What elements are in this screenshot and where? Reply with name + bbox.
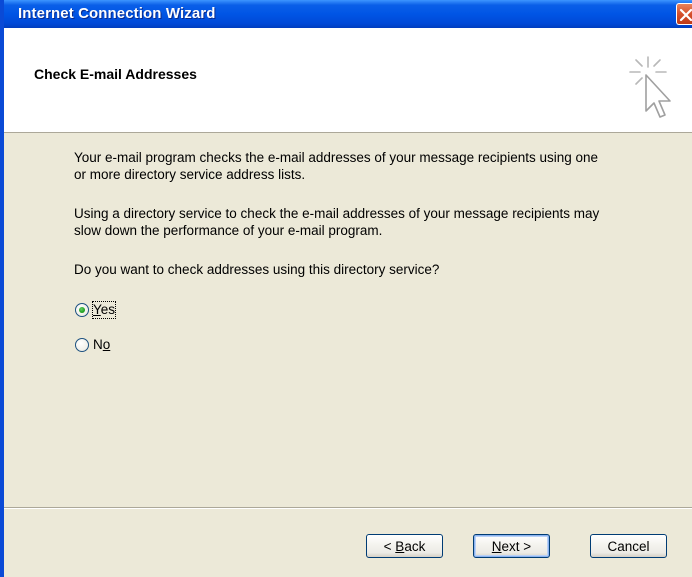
close-icon (679, 8, 692, 22)
radio-yes-label[interactable]: Yes (91, 301, 117, 319)
close-button[interactable] (676, 3, 692, 25)
window-title: Internet Connection Wizard (18, 5, 216, 22)
radio-yes-button[interactable] (75, 303, 89, 317)
warning-text-line-1: Using a directory service to check the e… (74, 206, 600, 221)
intro-text-line-2: or more directory service address lists. (74, 167, 306, 182)
question-text: Do you want to check addresses using thi… (74, 262, 440, 277)
radio-no-button[interactable] (75, 338, 89, 352)
intro-text-line-1: Your e-mail program checks the e-mail ad… (74, 150, 599, 165)
radio-yes-option[interactable]: Yes (75, 301, 117, 319)
next-button[interactable]: Next > (473, 534, 550, 558)
radio-no-label[interactable]: No (93, 337, 110, 353)
cancel-button[interactable]: Cancel (590, 534, 667, 558)
wizard-cursor-sparkle-icon (629, 56, 671, 118)
back-button[interactable]: < Back (366, 534, 443, 558)
page-title: Check E-mail Addresses (34, 66, 197, 82)
wizard-window: Internet Connection Wizard Check E-mail … (0, 0, 692, 577)
warning-text-line-2: slow down the performance of your e-mail… (74, 223, 383, 238)
title-bar[interactable]: Internet Connection Wizard (4, 0, 692, 28)
wizard-header: Check E-mail Addresses (4, 28, 692, 133)
radio-no-option[interactable]: No (75, 336, 110, 354)
button-separator (4, 507, 692, 509)
